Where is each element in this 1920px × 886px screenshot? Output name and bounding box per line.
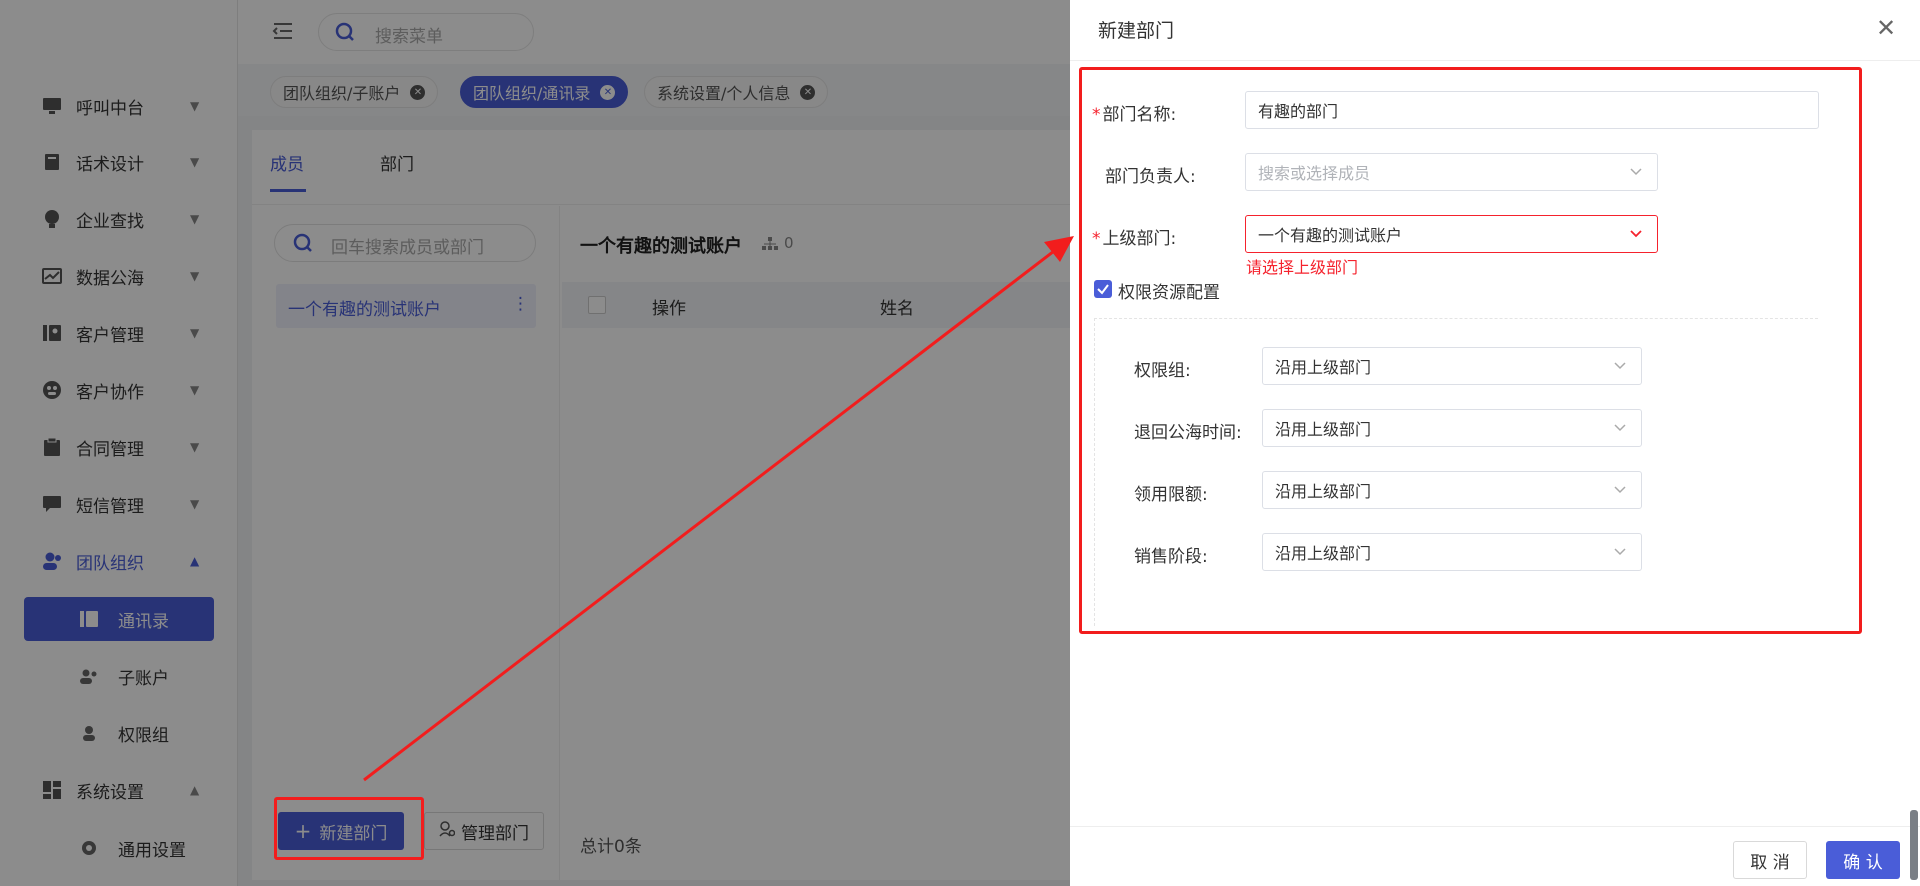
annotation-arrow	[363, 236, 1074, 782]
